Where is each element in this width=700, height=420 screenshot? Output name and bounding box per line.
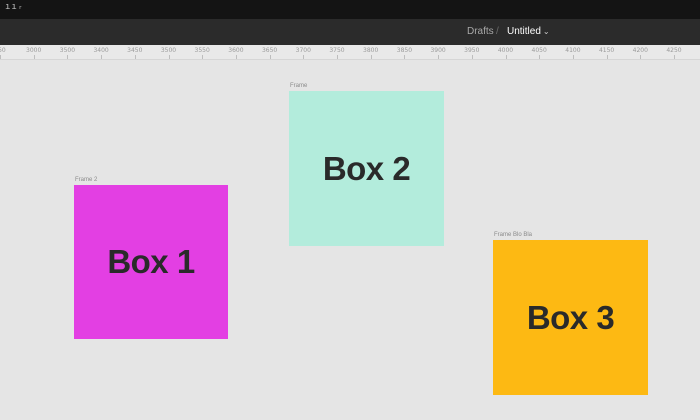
ruler-tick-mark: [572, 55, 574, 59]
ruler-tick-mark: [0, 55, 1, 59]
ruler-tick-label: 3650: [261, 47, 278, 54]
ruler-tick-mark: [640, 55, 642, 59]
frame-text-box-3[interactable]: Box 3: [527, 299, 615, 337]
ruler-tick-label: 4100: [565, 47, 581, 54]
ruler-tick-label: 3750: [329, 47, 345, 54]
horizontal-ruler: 250 3000 3500 3400 3450 3500 3550 3600 3650 3700 3…: [0, 45, 700, 60]
ruler-tick-mark: [539, 55, 541, 59]
frame-box-1[interactable]: Box 1: [74, 185, 228, 339]
ruler-tick-label: 3000: [26, 47, 42, 54]
file-name: Untitled: [507, 26, 541, 37]
ruler-tick-label: 4050: [531, 47, 547, 54]
ruler-tick-label: 3700: [295, 47, 311, 54]
file-name-menu[interactable]: Untitled ⌄: [507, 26, 550, 38]
ruler-tick-mark: [370, 55, 372, 59]
main-menu-icon[interactable]: ııᵣ: [5, 2, 24, 12]
ruler-tick-label: 4150: [598, 47, 615, 54]
ruler-tick-mark: [606, 55, 608, 59]
frame-label-1[interactable]: Frame 2: [75, 177, 97, 184]
ruler-tick-mark: [438, 55, 440, 59]
toolbar: Drafts / Untitled ⌄: [0, 19, 700, 45]
ruler-tick-label: 250: [0, 47, 6, 54]
ruler-tick-mark: [269, 55, 271, 59]
breadcrumb-drafts[interactable]: Drafts: [467, 26, 494, 38]
ruler-tick-label: 4200: [632, 47, 648, 54]
ruler-tick-label: 3600: [228, 47, 244, 54]
ruler-tick-mark: [471, 55, 473, 59]
ruler-tick-label: 3500: [59, 47, 76, 54]
ruler-tick-mark: [67, 55, 69, 59]
frame-box-3[interactable]: Box 3: [493, 240, 648, 395]
frame-text-box-1[interactable]: Box 1: [107, 243, 195, 281]
ruler-tick-label: 3800: [363, 47, 379, 54]
ruler-tick-mark: [235, 55, 237, 59]
ruler-tick-mark: [202, 55, 204, 59]
chevron-down-icon[interactable]: ⌄: [543, 27, 550, 36]
ruler-tick-mark: [404, 55, 406, 59]
ruler-tick-mark: [168, 55, 170, 59]
ruler-tick-mark: [101, 55, 103, 59]
frame-label-3[interactable]: Frame Blo Bla: [494, 232, 532, 239]
ruler-tick-label: 3550: [194, 47, 210, 54]
frame-label-2[interactable]: Frame: [290, 83, 307, 90]
breadcrumb-separator: /: [496, 26, 499, 37]
ruler-tick-mark: [337, 55, 338, 59]
ruler-tick-mark: [505, 55, 507, 59]
ruler-tick-label: 3950: [464, 47, 480, 54]
frame-box-2[interactable]: Box 2: [289, 91, 444, 246]
ruler-tick-label: 3850: [396, 47, 413, 54]
title-strip: ııᵣ: [0, 0, 700, 19]
ruler-tick-mark: [674, 55, 675, 59]
frame-text-box-2[interactable]: Box 2: [323, 150, 411, 188]
ruler-tick-label: 3400: [93, 47, 109, 54]
ruler-tick-label: 4000: [497, 47, 514, 54]
ruler-tick-label: 4250: [666, 47, 682, 54]
ruler-tick-label: 3500: [160, 47, 177, 54]
ruler-tick-label: 3900: [430, 47, 446, 54]
ruler-tick-mark: [134, 55, 136, 59]
ruler-tick-mark: [303, 55, 305, 59]
ruler-tick-label: 3450: [127, 47, 143, 54]
ruler-tick-mark: [33, 55, 35, 59]
